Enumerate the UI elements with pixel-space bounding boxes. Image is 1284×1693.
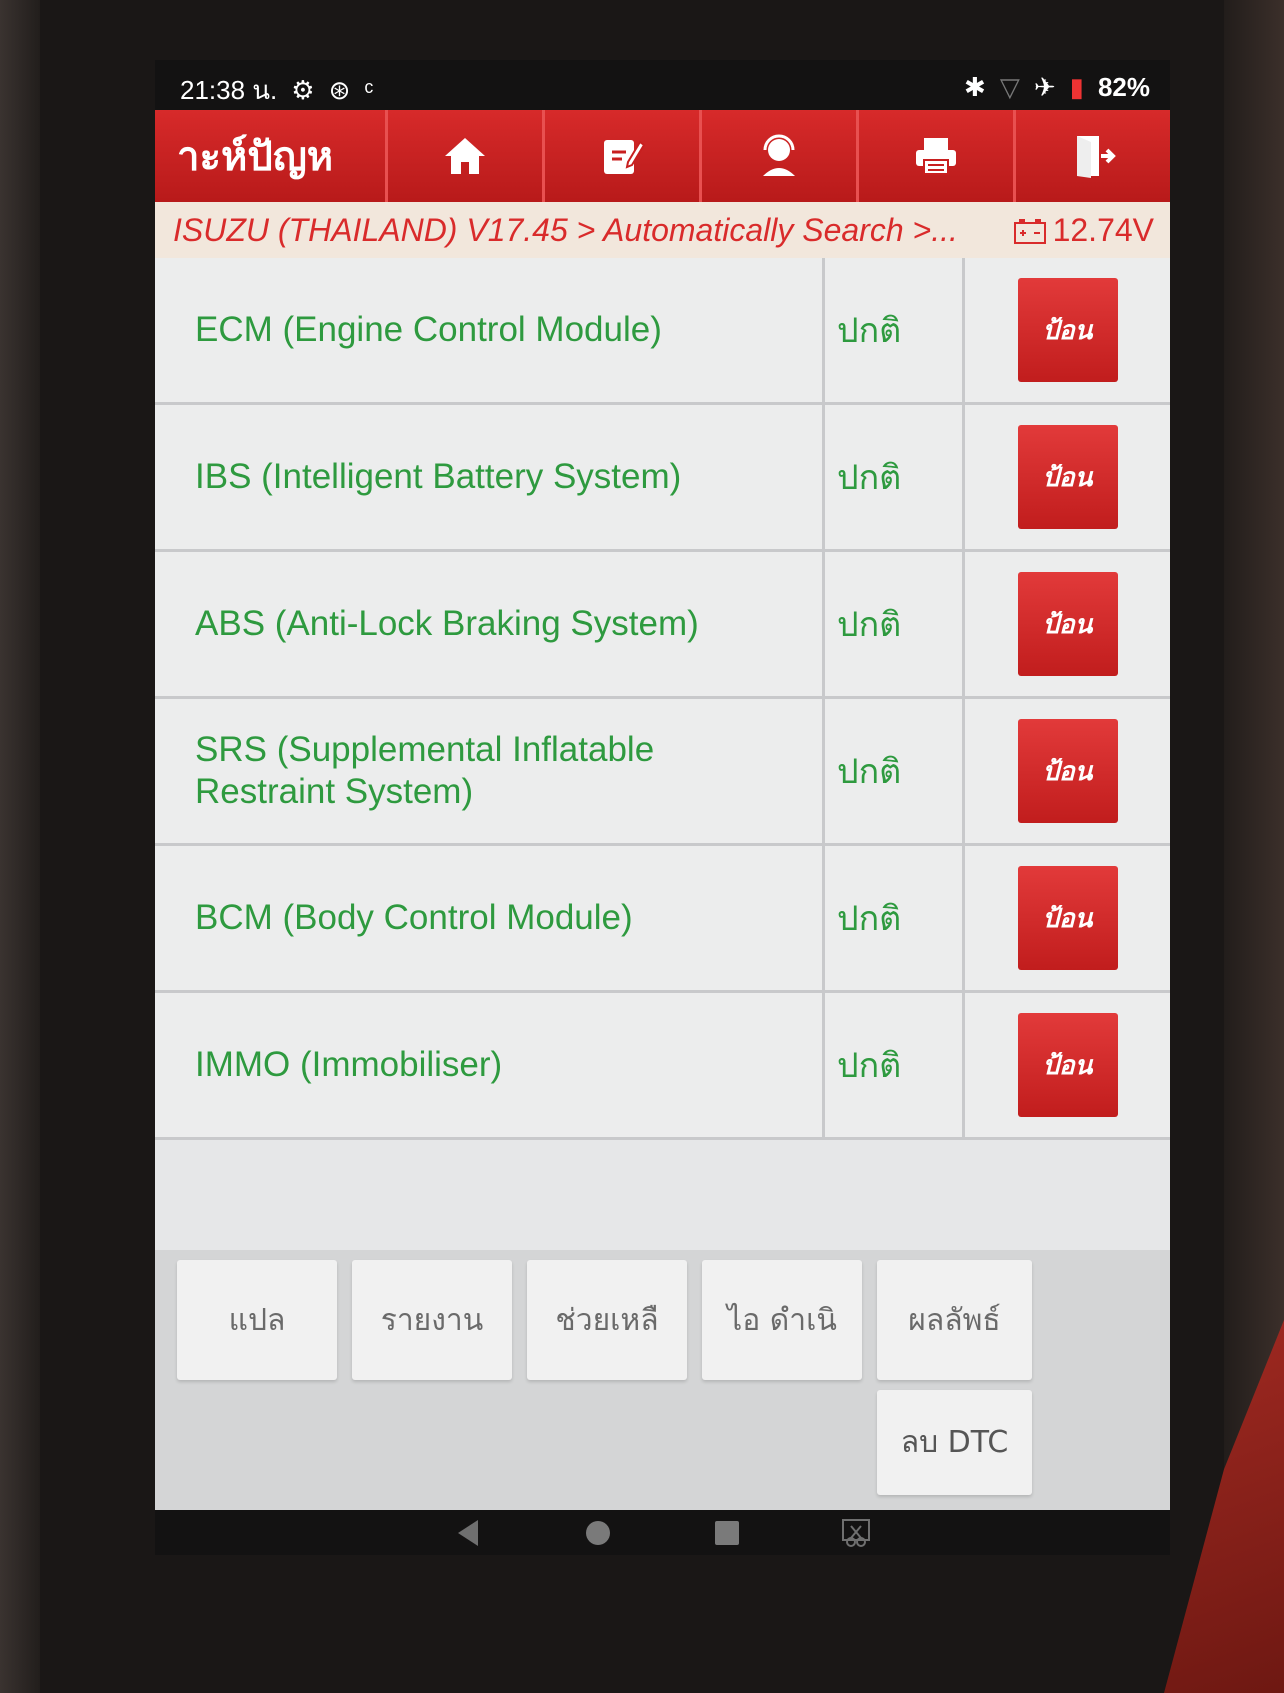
system-row: SRS (Supplemental Inflatable Restraint S… xyxy=(155,699,1170,846)
system-status: ปกติ xyxy=(825,405,965,549)
screenshot-icon[interactable] xyxy=(839,1516,873,1550)
device-screen: 21:38 น. ⚙ ⊛ ᶜ ✱ ▽ ✈ ▮ 82% าะห์ปัญห ISUZ… xyxy=(155,60,1170,1555)
enter-system-button[interactable]: ป้อน xyxy=(1017,278,1118,382)
headset-user-icon xyxy=(763,134,795,176)
system-status: ปกติ xyxy=(825,993,965,1137)
stethoscope-icon: ᶜ xyxy=(364,75,374,105)
enter-system-button[interactable]: ป้อน xyxy=(1017,572,1118,676)
edit-icon xyxy=(604,140,646,174)
system-name: SRS (Supplemental Inflatable Restraint S… xyxy=(155,699,825,843)
support-button[interactable] xyxy=(699,110,856,202)
breadcrumb: ISUZU (THAILAND) V17.45 > Automatically … xyxy=(173,212,958,248)
system-nav-bar xyxy=(155,1510,1170,1555)
translate-button[interactable]: แปล xyxy=(177,1260,337,1380)
wifi-off-icon: ▽ xyxy=(999,72,1020,102)
exit-button[interactable] xyxy=(1013,110,1170,202)
continue-button[interactable]: ไอ ดำเนิ xyxy=(702,1260,862,1380)
home-nav-icon[interactable] xyxy=(581,1516,615,1550)
system-name: IMMO (Immobiliser) xyxy=(155,993,825,1137)
report-button[interactable]: รายงาน xyxy=(352,1260,512,1380)
print-button[interactable] xyxy=(856,110,1013,202)
back-icon[interactable] xyxy=(452,1516,486,1550)
toolbar-title: าะห์ปัญห xyxy=(177,134,334,180)
system-status: ปกติ xyxy=(825,846,965,990)
bluetooth-icon: ✱ xyxy=(964,72,986,102)
exit-door-icon xyxy=(1077,136,1116,178)
top-toolbar: าะห์ปัญห xyxy=(155,110,1170,202)
system-list: ECM (Engine Control Module) ปกติ ป้อน IB… xyxy=(155,258,1170,1140)
system-row: ECM (Engine Control Module) ปกติ ป้อน xyxy=(155,258,1170,405)
battery-percent: 82% xyxy=(1097,72,1150,102)
result-button[interactable]: ผลลัพธ์ xyxy=(877,1260,1032,1380)
home-icon xyxy=(445,138,485,174)
status-bar: 21:38 น. ⚙ ⊛ ᶜ ✱ ▽ ✈ ▮ 82% xyxy=(155,60,1170,110)
system-name: IBS (Intelligent Battery System) xyxy=(155,405,825,549)
car-battery-icon xyxy=(1013,218,1046,244)
system-name: ABS (Anti-Lock Braking System) xyxy=(155,552,825,696)
status-time: 21:38 น. xyxy=(180,75,278,105)
clear-dtc-button[interactable]: ลบ DTC xyxy=(877,1390,1032,1495)
bluetooth-circle-icon: ⊛ xyxy=(328,75,351,105)
system-name: ECM (Engine Control Module) xyxy=(155,258,825,402)
system-row: IMMO (Immobiliser) ปกติ ป้อน xyxy=(155,993,1170,1140)
system-row: IBS (Intelligent Battery System) ปกติ ป้… xyxy=(155,405,1170,552)
recents-icon[interactable] xyxy=(710,1516,744,1550)
system-row: BCM (Body Control Module) ปกติ ป้อน xyxy=(155,846,1170,993)
edit-report-button[interactable] xyxy=(542,110,699,202)
home-button[interactable] xyxy=(385,110,542,202)
enter-system-button[interactable]: ป้อน xyxy=(1017,1013,1118,1117)
printer-icon xyxy=(916,138,956,175)
enter-system-button[interactable]: ป้อน xyxy=(1017,866,1118,970)
breadcrumb-bar: ISUZU (THAILAND) V17.45 > Automatically … xyxy=(155,202,1170,258)
airplane-mode-icon: ✈ xyxy=(1033,72,1056,102)
system-row: ABS (Anti-Lock Braking System) ปกติ ป้อน xyxy=(155,552,1170,699)
enter-system-button[interactable]: ป้อน xyxy=(1017,425,1118,529)
system-name: BCM (Body Control Module) xyxy=(155,846,825,990)
settings-gear-icon: ⚙ xyxy=(291,75,315,105)
help-button[interactable]: ช่วยเหลื xyxy=(527,1260,687,1380)
system-status: ปกติ xyxy=(825,258,965,402)
battery-icon: ▮ xyxy=(1069,72,1084,102)
enter-system-button[interactable]: ป้อน xyxy=(1017,719,1118,823)
voltage-indicator: 12.74V xyxy=(1013,212,1154,249)
diagnostic-app: าะห์ปัญห ISUZU (THAILAND) V17.45 > Autom… xyxy=(155,110,1170,1510)
system-status: ปกติ xyxy=(825,699,965,843)
voltage-value: 12.74V xyxy=(1052,212,1154,248)
system-status: ปกติ xyxy=(825,552,965,696)
function-bar: แปล รายงาน ช่วยเหลื ไอ ดำเนิ ผลลัพธ์ ลบ … xyxy=(155,1250,1170,1510)
device-bezel-left xyxy=(0,0,40,1693)
